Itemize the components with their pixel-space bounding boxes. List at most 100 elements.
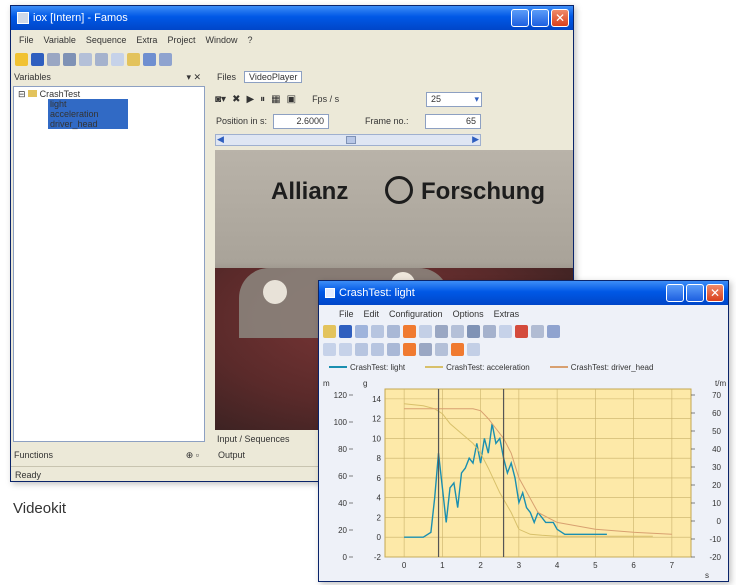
- tree-item-light[interactable]: light: [48, 99, 128, 109]
- print-icon[interactable]: [435, 324, 448, 338]
- info-icon[interactable]: [79, 52, 92, 66]
- tab-videoplayer[interactable]: VideoPlayer: [244, 71, 303, 83]
- cursor-icon[interactable]: [371, 324, 384, 338]
- expand-icon[interactable]: ⊟: [18, 89, 26, 99]
- save-icon[interactable]: [339, 324, 352, 338]
- y-right-tick-label: 50: [712, 427, 721, 436]
- chart-menu-configuration[interactable]: Configuration: [389, 309, 443, 319]
- axis-icon[interactable]: [467, 324, 480, 338]
- y-inner-tick-label: 12: [372, 415, 381, 424]
- status-text: Ready: [15, 470, 42, 480]
- wrench-icon[interactable]: [63, 52, 76, 66]
- cursor-b-icon[interactable]: [419, 342, 432, 356]
- menu-variable[interactable]: Variable: [44, 35, 76, 45]
- caption-text: Videokit: [13, 500, 67, 517]
- x-tick-label: 4: [555, 561, 560, 570]
- legend-item-light: CrashTest: light: [329, 363, 405, 372]
- menu-file[interactable]: File: [19, 35, 34, 45]
- tab-files[interactable]: Files: [217, 72, 236, 82]
- record-icon[interactable]: ◙▾: [215, 94, 226, 105]
- maximize-button[interactable]: [531, 9, 549, 27]
- video-logo-text-2: Forschung: [421, 178, 545, 205]
- fullscreen-icon[interactable]: [547, 324, 560, 338]
- line-icon[interactable]: [499, 324, 512, 338]
- allianz-logo-icon: [385, 176, 413, 204]
- close-icon: ✕: [554, 11, 566, 25]
- snapshot-icon[interactable]: ▣: [287, 94, 296, 105]
- tree-item-acceleration[interactable]: acceleration: [48, 109, 128, 119]
- y-outer-tick-label: 40: [338, 499, 347, 508]
- x-tick-label: 7: [670, 561, 675, 570]
- help-icon[interactable]: [467, 342, 480, 356]
- play-icon[interactable]: ▶: [246, 94, 254, 105]
- step-back-icon[interactable]: [323, 342, 336, 356]
- position-field[interactable]: 2.6000: [273, 114, 329, 129]
- chart-minimize-button[interactable]: [666, 284, 684, 302]
- fps-select[interactable]: 25 ▾: [426, 92, 482, 107]
- open-icon[interactable]: [323, 324, 336, 338]
- slider-thumb[interactable]: [346, 136, 356, 144]
- chart-close-button[interactable]: ✕: [706, 284, 724, 302]
- chart-menubar: File Edit Configuration Options Extras: [319, 306, 728, 322]
- highlight-icon[interactable]: [403, 324, 416, 338]
- y-inner-tick-label: 6: [377, 474, 382, 483]
- x-tick-label: 5: [593, 561, 598, 570]
- folder-icon[interactable]: [127, 52, 140, 66]
- settings-icon[interactable]: [531, 324, 544, 338]
- chart-menu-extras[interactable]: Extras: [494, 309, 520, 319]
- legend-swatch-light: [329, 366, 347, 369]
- stop-icon[interactable]: ✖: [232, 94, 240, 105]
- cursor-a-icon[interactable]: [403, 342, 416, 356]
- minimize-button[interactable]: [511, 9, 529, 27]
- chart-menu-options[interactable]: Options: [453, 309, 484, 319]
- menu-project[interactable]: Project: [167, 35, 195, 45]
- first-icon[interactable]: [355, 342, 368, 356]
- legend-swatch-driver-head: [549, 366, 568, 369]
- frame-field[interactable]: 65: [425, 114, 481, 129]
- slider-left-icon[interactable]: ◀: [217, 134, 224, 145]
- edit-icon[interactable]: [47, 52, 60, 66]
- bottom-tab-input[interactable]: Input / Sequences: [217, 434, 290, 444]
- document-tabs: Files VideoPlayer: [211, 70, 573, 84]
- pin-icon[interactable]: ⊕ ▫: [186, 450, 199, 461]
- menu-help[interactable]: ?: [247, 35, 252, 45]
- close-button[interactable]: ✕: [551, 9, 569, 27]
- y-inner-tick-label: 10: [372, 434, 381, 443]
- y-inner-tick-label: 4: [377, 494, 382, 503]
- scale-icon[interactable]: [483, 324, 496, 338]
- pin-icon[interactable]: ▾ ✕: [186, 72, 201, 83]
- chart-plot[interactable]: 0 1 2 3 4 5 6 7-202468101214020406080100120-20-…: [319, 375, 729, 581]
- chart-icon[interactable]: [143, 52, 156, 66]
- last-icon[interactable]: [371, 342, 384, 356]
- pause-icon[interactable]: ⏸: [260, 94, 265, 105]
- copy-icon[interactable]: [419, 324, 432, 338]
- marker-icon[interactable]: [515, 324, 528, 338]
- chart-maximize-button[interactable]: [686, 284, 704, 302]
- slider-right-icon[interactable]: ▶: [472, 134, 479, 145]
- menu-sequence[interactable]: Sequence: [86, 35, 127, 45]
- y-right-tick-label: -10: [709, 535, 721, 544]
- window-icon[interactable]: [111, 52, 124, 66]
- frame-icon[interactable]: ▦: [271, 94, 280, 105]
- chart-menu-edit[interactable]: Edit: [364, 309, 380, 319]
- grid-icon[interactable]: [95, 52, 108, 66]
- y-right-tick-label: 20: [712, 481, 721, 490]
- tree-item-driver-head[interactable]: driver_head: [48, 119, 128, 129]
- chart-menu-file[interactable]: File: [339, 309, 354, 319]
- record-icon[interactable]: [451, 342, 464, 356]
- menu-extra[interactable]: Extra: [136, 35, 157, 45]
- unit-right: t/m: [715, 379, 726, 388]
- step-forward-icon[interactable]: [339, 342, 352, 356]
- chart-window-title: CrashTest: light: [339, 287, 415, 299]
- legend-swatch-acceleration: [425, 366, 444, 369]
- menu-window[interactable]: Window: [205, 35, 237, 45]
- sync-icon[interactable]: [387, 342, 400, 356]
- new-icon[interactable]: [15, 52, 28, 66]
- run-icon[interactable]: [159, 52, 172, 66]
- save-icon[interactable]: [31, 52, 44, 66]
- fit-icon[interactable]: [435, 342, 448, 356]
- pan-icon[interactable]: [387, 324, 400, 338]
- zoom-icon[interactable]: [355, 324, 368, 338]
- measure-icon[interactable]: [451, 324, 464, 338]
- position-slider[interactable]: ◀ ▶: [215, 134, 481, 146]
